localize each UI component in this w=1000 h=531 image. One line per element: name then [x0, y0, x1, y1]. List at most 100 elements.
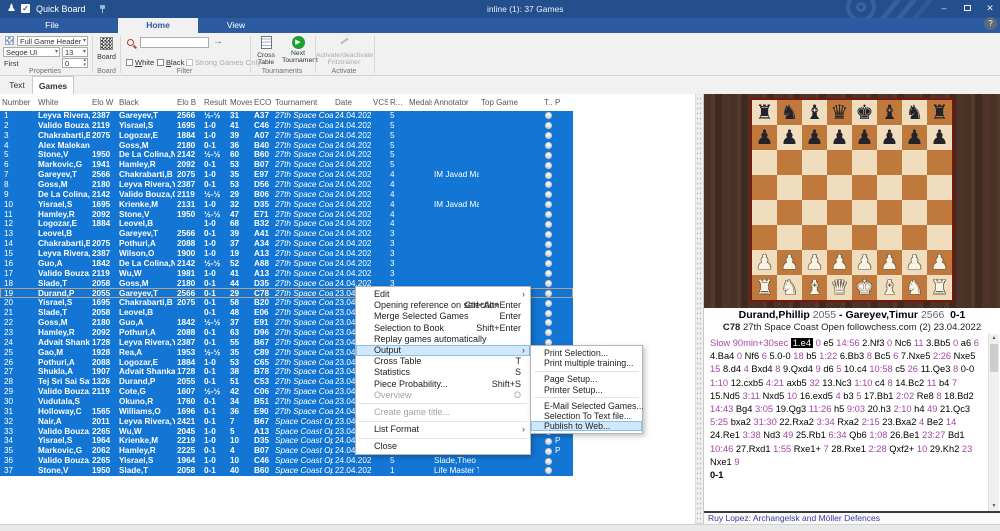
board-square[interactable]: ♜ — [752, 100, 777, 125]
column-header[interactable]: White — [36, 98, 90, 107]
move[interactable]: 28.Rxe1 — [831, 444, 866, 454]
black-checkbox[interactable]: Black — [157, 58, 184, 67]
help-button[interactable]: ? — [984, 17, 997, 30]
board-square[interactable] — [777, 175, 802, 200]
move[interactable]: 9.Qxd4 — [783, 364, 813, 374]
column-header[interactable]: Elo B — [175, 98, 202, 107]
move[interactable]: 29.Kh2 — [930, 444, 959, 454]
move[interactable]: Be2 — [927, 417, 944, 427]
menu-item-output[interactable]: Output › — [356, 344, 530, 357]
move[interactable]: Nf6 — [745, 351, 759, 361]
board-square[interactable]: ♟ — [777, 125, 802, 150]
move[interactable]: Rxa2 — [837, 417, 859, 427]
column-header[interactable]: Tournament — [273, 98, 333, 107]
table-row[interactable]: 15 Leyva Rivera,Y2387 Wilson,O 1900 1-0 19 A13… — [0, 249, 573, 259]
move[interactable]: 5.0-0 — [769, 351, 790, 361]
menu-item-opening-reference-on-selection[interactable]: Opening reference on selection Ctrl+Alt+E… — [356, 300, 530, 311]
move[interactable]: Bc5 — [875, 351, 891, 361]
menu-item-list-format[interactable]: List Format › — [356, 424, 530, 435]
board-square[interactable]: ♝ — [802, 275, 827, 300]
board-square[interactable]: ♟ — [877, 125, 902, 150]
column-header[interactable]: P — [553, 98, 573, 107]
board-square[interactable]: ♝ — [877, 100, 902, 125]
move[interactable]: Qxf2+ — [889, 444, 914, 454]
scroll-down-icon[interactable]: ▼ — [989, 502, 999, 511]
panel-splitter[interactable] — [695, 94, 704, 524]
move[interactable]: d6 — [823, 364, 833, 374]
board-square[interactable] — [902, 150, 927, 175]
board-square[interactable] — [902, 175, 927, 200]
column-header[interactable]: Result — [202, 98, 228, 107]
move[interactable]: 13.Nc3 — [822, 378, 851, 388]
board-square[interactable]: ♟ — [902, 125, 927, 150]
board-square[interactable] — [852, 150, 877, 175]
move[interactable]: 17.Bb1 — [864, 391, 893, 401]
tab-home[interactable]: Home — [118, 18, 198, 33]
close-button[interactable]: ✕ — [982, 2, 998, 15]
pin-icon[interactable] — [99, 5, 106, 13]
board-button[interactable]: Board — [95, 36, 118, 66]
move[interactable]: 18.Bd2 — [944, 391, 973, 401]
column-header[interactable]: Medals — [407, 98, 432, 107]
board-square[interactable]: ♝ — [877, 275, 902, 300]
board-square[interactable] — [752, 175, 777, 200]
board-square[interactable]: ♟ — [752, 125, 777, 150]
scrollbar-thumb[interactable] — [990, 344, 998, 372]
board-square[interactable] — [777, 150, 802, 175]
white-checkbox[interactable]: White — [126, 58, 154, 67]
spinner-arrows-icon[interactable]: ▴ ▾ — [83, 58, 86, 68]
table-row[interactable]: 6 Markovic,G 1941 Hamley,R 2092 0-1 53 B07 27th … — [0, 160, 573, 171]
board-square[interactable]: ♛ — [827, 275, 852, 300]
first-spinner[interactable]: 0 ▴ ▾ — [62, 58, 88, 68]
tab-view[interactable]: View — [210, 18, 262, 33]
submenu-item-e-mail-selected-games[interactable]: E-Mail Selected Games... — [531, 401, 644, 411]
board-square[interactable]: ♚ — [852, 100, 877, 125]
board-square[interactable]: ♜ — [927, 275, 952, 300]
move[interactable]: 7.Nxe5 — [901, 351, 930, 361]
move[interactable]: 4.Ba4 — [710, 351, 734, 361]
board-square[interactable] — [877, 150, 902, 175]
column-header[interactable]: Top Game — [479, 98, 542, 107]
move[interactable]: 19.Qg3 — [776, 404, 807, 414]
tab-file[interactable]: File — [28, 18, 76, 33]
board-square[interactable]: ♜ — [752, 275, 777, 300]
submenu-item-printer-setup[interactable]: Printer Setup... — [531, 385, 642, 395]
notation-scrollbar[interactable]: ▲ ▼ — [988, 334, 999, 511]
table-row[interactable]: 16 Guo,A 1842 De La Colina,N 2142 ½-½ 52 A88 27t… — [0, 258, 573, 269]
board-square[interactable] — [852, 175, 877, 200]
move[interactable]: Nc6 — [895, 338, 912, 348]
column-header[interactable]: Annotator — [432, 98, 479, 107]
board-square[interactable]: ♞ — [777, 100, 802, 125]
font-combo[interactable]: Segoe UI ▾ — [3, 47, 60, 57]
board-square[interactable]: ♟ — [752, 250, 777, 275]
table-row[interactable]: 14 Chakrabarti,B 2075 Pothuri,A 2088 1-0 37 A34… — [0, 239, 573, 250]
board-square[interactable]: ♚ — [852, 275, 877, 300]
move[interactable]: 26.Be1 — [890, 430, 919, 440]
menu-item-close[interactable]: Close — [356, 441, 530, 452]
board-square[interactable] — [802, 150, 827, 175]
table-row[interactable]: 5 Stone,V 1950 De La Colina,N 2142 ½-½ 60 B60 27… — [0, 150, 573, 161]
board-square[interactable] — [927, 175, 952, 200]
table-row[interactable]: 11 Hamley,R 2092 Stone,V 1950 ½-½ 47 E71 27th Sp… — [0, 209, 573, 220]
board-square[interactable] — [752, 150, 777, 175]
move[interactable]: Bd1 — [948, 430, 965, 440]
move[interactable]: Rxe1+ — [794, 444, 821, 454]
move[interactable]: Bg4 — [736, 404, 753, 414]
move[interactable]: 8.d4 — [723, 364, 741, 374]
move[interactable]: 0-0 — [961, 364, 974, 374]
table-row[interactable]: 7 Gareyev,T 2566 Chakrabarti,B 2075 1-0 35 E97 2… — [0, 170, 573, 181]
menu-item-cross-table[interactable]: Cross Table T — [356, 356, 530, 367]
board-square[interactable] — [752, 225, 777, 250]
move[interactable]: Nxe1 — [710, 457, 732, 467]
board-square[interactable] — [802, 200, 827, 225]
board-square[interactable] — [802, 225, 827, 250]
column-header[interactable]: Date — [333, 98, 371, 107]
table-row[interactable]: 10 Yisrael,S 1695 Krienke,M 2131 1-0 32 D35 27th… — [0, 199, 573, 210]
column-header[interactable]: Black — [117, 98, 175, 107]
board-square[interactable] — [852, 200, 877, 225]
board-square[interactable] — [777, 225, 802, 250]
board-square[interactable]: ♟ — [927, 125, 952, 150]
menu-item-piece-probability[interactable]: Piece Probability... Shift+S — [356, 379, 530, 390]
board-square[interactable]: ♟ — [827, 125, 852, 150]
board-square[interactable] — [927, 200, 952, 225]
